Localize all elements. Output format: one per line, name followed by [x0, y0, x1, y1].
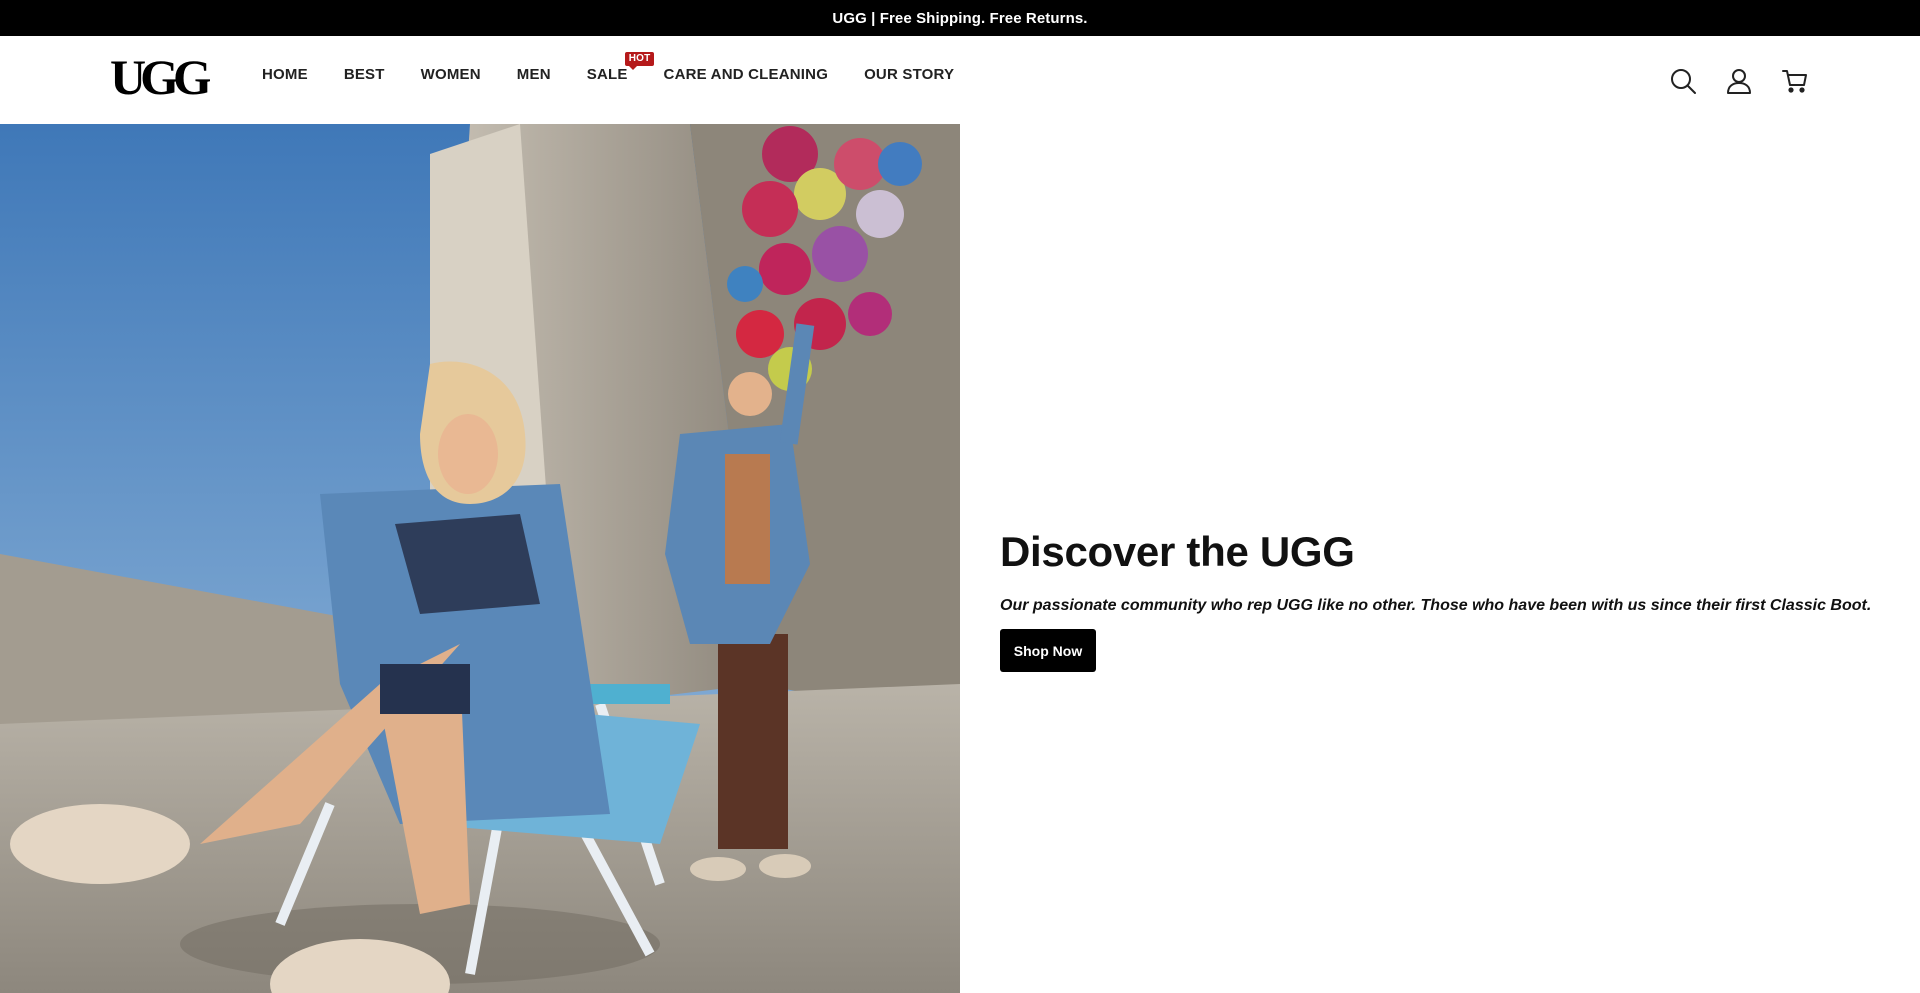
ugg-logo[interactable]: UGG [110, 54, 210, 102]
announcement-bar: UGG | Free Shipping. Free Returns. [0, 0, 1920, 36]
account-icon[interactable] [1724, 66, 1754, 96]
nav-women[interactable]: WOMEN [421, 66, 481, 83]
hot-badge: HOT [624, 51, 655, 70]
shop-now-button[interactable]: Shop Now [1000, 629, 1096, 672]
search-icon[interactable] [1668, 66, 1698, 96]
nav-sale[interactable]: SALE HOT [586, 51, 655, 83]
cart-icon[interactable] [1780, 66, 1810, 96]
announcement-text: UGG | Free Shipping. Free Returns. [832, 9, 1088, 27]
site-header: UGG HOME BEST WOMEN MEN SALE HOT CARE AN… [0, 36, 1920, 124]
ugg-logo-mark: UGG [110, 54, 210, 102]
svg-text:UGG: UGG [110, 54, 210, 102]
main-nav: HOME BEST WOMEN MEN SALE HOT CARE AND CL… [262, 51, 990, 84]
hero-photo-illustration [0, 124, 960, 993]
nav-best[interactable]: BEST [344, 66, 385, 83]
header-icons [1668, 66, 1836, 96]
nav-our-story[interactable]: OUR STORY [864, 66, 954, 83]
nav-home[interactable]: HOME [262, 66, 308, 83]
nav-care-and-cleaning[interactable]: CARE AND CLEANING [664, 66, 829, 83]
hero-title: Discover the UGG [1000, 528, 1355, 575]
hero-copy: Discover the UGG Our passionate communit… [1000, 528, 1880, 672]
hero-image[interactable] [0, 124, 960, 993]
nav-men[interactable]: MEN [517, 66, 551, 83]
hero-subtitle: Our passionate community who rep UGG lik… [1000, 597, 1872, 614]
nav-sale-label: SALE [586, 65, 628, 83]
